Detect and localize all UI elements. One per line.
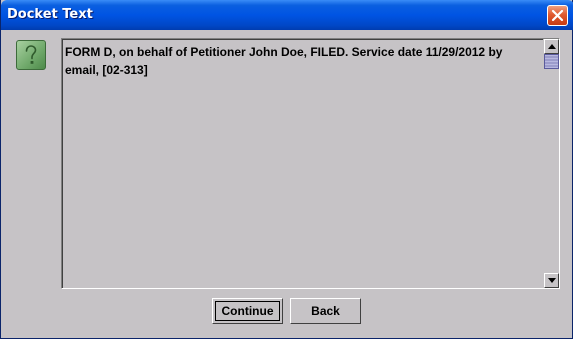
scroll-down-button[interactable] [544,273,559,288]
title-bar[interactable]: Docket Text [1,0,573,30]
back-button[interactable]: Back [290,298,361,324]
window-title: Docket Text [7,7,93,22]
scroll-track[interactable] [544,54,559,273]
dialog-body: FORM D, on behalf of Petitioner John Doe… [5,30,570,335]
arrow-up-icon [548,44,556,49]
help-question-icon [16,40,46,70]
docket-text-area[interactable]: FORM D, on behalf of Petitioner John Doe… [61,38,560,289]
vertical-scrollbar[interactable] [544,39,559,288]
arrow-down-icon [548,278,556,283]
scroll-thumb[interactable] [544,54,559,69]
close-button[interactable] [547,5,568,26]
close-icon [551,9,564,22]
continue-button[interactable]: Continue [212,298,283,324]
docket-text-viewport: FORM D, on behalf of Petitioner John Doe… [62,39,543,288]
docket-text-content: FORM D, on behalf of Petitioner John Doe… [65,45,503,77]
scroll-up-button[interactable] [544,39,559,54]
docket-text-dialog: Docket Text FORM D, on behalf of Petitio… [0,0,573,339]
